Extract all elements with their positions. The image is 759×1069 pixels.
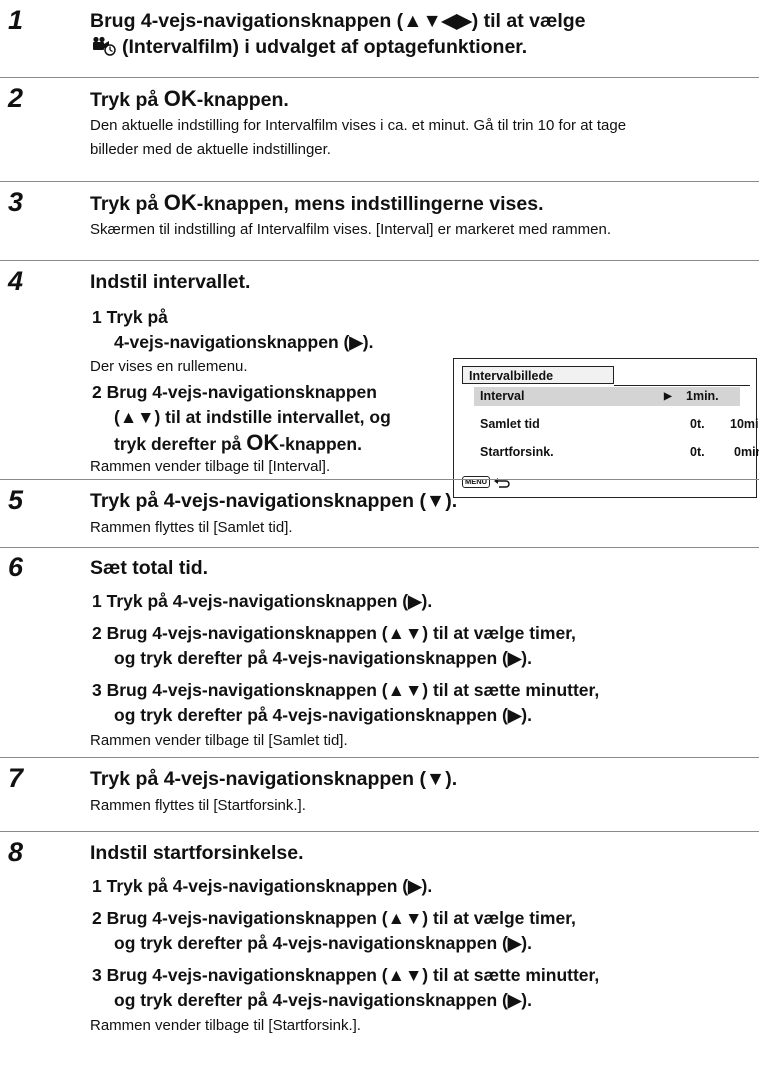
substep-2: 2 Brug 4-vejs-navigationsknappen (▲▼) ti… — [92, 382, 391, 455]
step-title: Brug 4-vejs-navigationsknappen (▲▼◀▶) ti… — [90, 10, 586, 58]
step-title: Sæt total tid. — [90, 557, 209, 579]
divider — [0, 260, 759, 261]
step-note: Rammen vender tilbage til [Samlet tid]. — [90, 732, 348, 749]
menu-tab-title: Intervalbillede — [462, 366, 614, 384]
menu-row-hours: 0t. — [690, 445, 705, 459]
right-arrow-icon: ▶ — [664, 391, 672, 402]
step-number: 8 — [8, 837, 24, 867]
substep-2: 2 Brug 4-vejs-navigationsknappen (▲▼) ti… — [92, 623, 576, 668]
step-body: Rammen flyttes til [Samlet tid]. — [90, 519, 293, 536]
substep-3: 3 Brug 4-vejs-navigationsknappen (▲▼) ti… — [92, 965, 600, 1010]
step-number: 4 — [8, 266, 24, 296]
substep-3: 3 Brug 4-vejs-navigationsknappen (▲▼) ti… — [92, 680, 600, 725]
step-number: 7 — [8, 763, 24, 793]
menu-back-hint: MENU — [462, 476, 511, 488]
divider — [0, 181, 759, 182]
step-title: Tryk på 4-vejs-navigationsknappen (▼). — [90, 768, 458, 790]
menu-row-start-delay: Startforsink. 0t. 0min. — [480, 443, 759, 462]
substep-1: 1 Tryk på 4-vejs-navigationsknappen (▶). — [92, 591, 433, 611]
step-number: 2 — [8, 83, 24, 113]
menu-row-minutes: 10min. — [730, 417, 759, 431]
substep-1: 1 Tryk på 4-vejs-navigationsknappen (▶). — [92, 307, 374, 352]
step-title: Tryk på OK-knappen. — [90, 86, 289, 111]
menu-row-value: 1min. — [686, 389, 719, 403]
step-title: Tryk på 4-vejs-navigationsknappen (▼). — [90, 490, 458, 512]
step-body: Rammen flyttes til [Startforsink.]. — [90, 797, 306, 814]
menu-row-total-time: Samlet tid 0t. 10min. — [480, 415, 759, 434]
step-body: Den aktuelle indstilling for Intervalfil… — [90, 117, 627, 158]
interval-movie-icon — [93, 36, 116, 56]
step-number: 3 — [8, 187, 24, 217]
divider — [0, 831, 759, 832]
menu-row-label: Startforsink. — [480, 445, 554, 459]
menu-row-hours: 0t. — [690, 417, 705, 431]
divider — [0, 77, 759, 78]
step-number: 5 — [8, 485, 24, 515]
menu-row-minutes: 0min. — [734, 445, 759, 459]
step-title: Indstil intervallet. — [90, 271, 251, 293]
divider — [0, 479, 759, 480]
ok-label: OK — [246, 430, 280, 455]
substep-1: 1 Tryk på 4-vejs-navigationsknappen (▶). — [92, 876, 433, 896]
substep-2: 2 Brug 4-vejs-navigationsknappen (▲▼) ti… — [92, 908, 576, 953]
step-title: Tryk på OK-knappen, mens indstillingerne… — [90, 190, 544, 215]
interval-menu-screen: Intervalbillede Interval ▶ 1min. Samlet … — [453, 358, 759, 498]
step-body: Skærmen til indstilling af Intervalfilm … — [90, 221, 611, 238]
menu-row-label: Interval — [480, 389, 525, 403]
return-arrow-icon — [494, 478, 510, 488]
ok-label: OK — [163, 190, 197, 215]
divider — [0, 757, 759, 758]
menu-row-label: Samlet tid — [480, 417, 540, 431]
step-number: 6 — [8, 552, 24, 582]
step-number: 1 — [8, 5, 24, 35]
divider — [0, 547, 759, 548]
menu-row-interval: Interval ▶ 1min. — [474, 387, 740, 406]
ok-label: OK — [163, 86, 197, 111]
step-note: Rammen vender tilbage til [Startforsink.… — [90, 1017, 361, 1034]
step-title: Indstil startforsinkelse. — [90, 842, 304, 864]
menu-button-icon: MENU — [462, 476, 491, 488]
tab-underline — [614, 385, 750, 386]
